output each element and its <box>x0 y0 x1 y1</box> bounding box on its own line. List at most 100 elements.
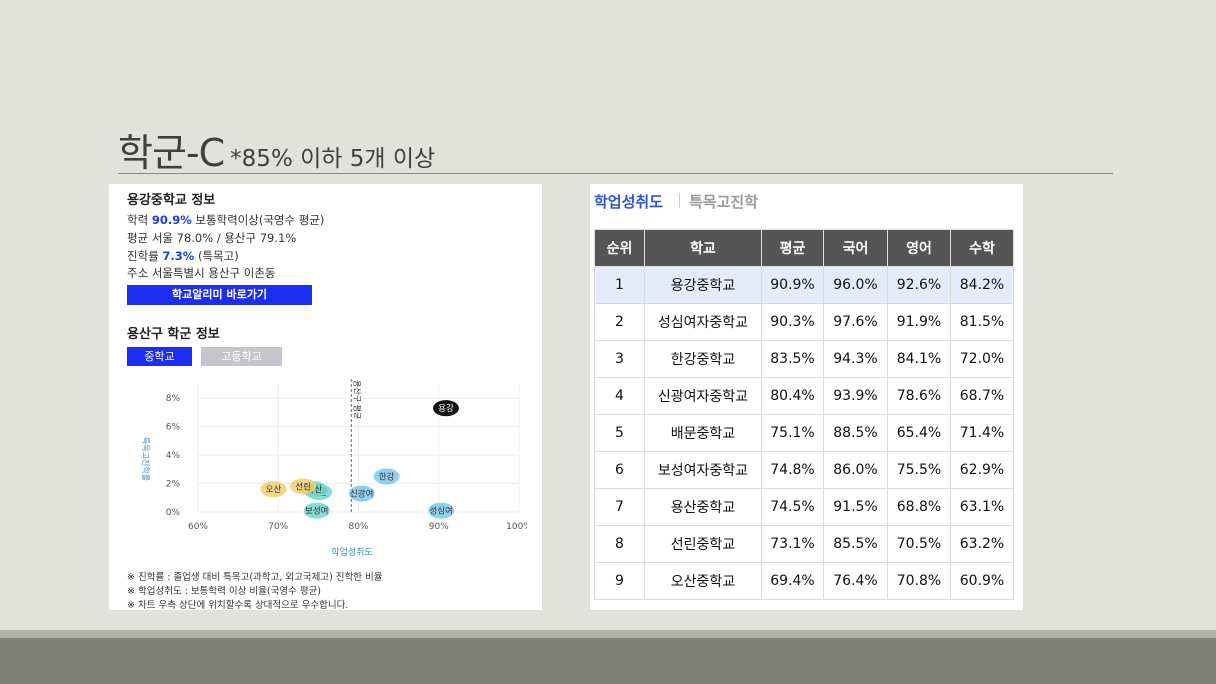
tab-academic[interactable]: 학업성취도 <box>594 191 663 212</box>
cell-korean: 93.9% <box>823 377 888 415</box>
slide-title-main: 학군-C <box>118 131 225 175</box>
point-신광여: 신광여 <box>348 485 375 502</box>
cell-math: 63.2% <box>950 525 1014 563</box>
cell-school: 용강중학교 <box>644 266 762 304</box>
cell-average: 73.1% <box>761 525 824 563</box>
col-english: 영어 <box>887 229 951 267</box>
tab-separator <box>679 193 680 208</box>
tab-high-school[interactable]: 고등학교 <box>201 347 282 366</box>
cell-math: 81.5% <box>950 303 1014 341</box>
cell-school: 성심여자중학교 <box>644 303 762 341</box>
academic-line: 학력 90.9% 보통학력이상(국영수 평균) <box>127 212 324 228</box>
cell-korean: 85.5% <box>823 525 888 563</box>
table-row: 3 한강중학교 83.5% 94.3% 84.1% 72.0% <box>594 340 1014 378</box>
point-성심여: 성심여 <box>428 502 455 519</box>
footer-band-light <box>0 630 1216 638</box>
cell-korean: 86.0% <box>823 451 888 489</box>
cell-school: 배문중학교 <box>644 414 762 452</box>
x-tick-label: 80% <box>348 522 368 532</box>
footnote-3: ※ 차트 우측 상단에 위치할수록 상대적으로 우수합니다. <box>127 600 349 611</box>
average-line: 평균 서울 78.0% / 용산구 79.1% <box>127 231 297 245</box>
school-alimi-button[interactable]: 학교알리미 바로가기 <box>127 285 312 305</box>
point-label: 보성여 <box>305 506 328 517</box>
title-divider <box>118 173 1113 174</box>
point-label: 신광여 <box>350 489 373 500</box>
footer-band-dark <box>0 638 1216 684</box>
tab-middle-school[interactable]: 중학교 <box>127 347 192 366</box>
school-info-heading: 용강중학교 정보 <box>127 193 216 208</box>
reference-line-label: 용산구 평균 <box>352 380 362 419</box>
cell-school: 용산중학교 <box>644 488 762 526</box>
cell-math: 71.4% <box>950 414 1014 452</box>
cell-rank: 8 <box>594 525 645 563</box>
footnote-1: ※ 진학률 : 졸업생 대비 특목고(과학고, 외고국제고) 진학한 비율 <box>127 572 383 583</box>
cell-rank: 1 <box>594 266 645 304</box>
cell-math: 60.9% <box>950 562 1014 600</box>
cell-english: 91.9% <box>887 303 951 341</box>
table-row: 2 성심여자중학교 90.3% 97.6% 91.9% 81.5% <box>594 303 1014 341</box>
cell-average: 74.5% <box>761 488 824 526</box>
y-tick-label: 0% <box>166 508 181 518</box>
cell-school: 보성여자중학교 <box>644 451 762 489</box>
cell-english: 84.1% <box>887 340 951 378</box>
cell-school: 선린중학교 <box>644 525 762 563</box>
y-tick-label: 4% <box>166 451 181 461</box>
cell-rank: 3 <box>594 340 645 378</box>
cell-average: 90.9% <box>761 266 824 304</box>
col-math: 수학 <box>950 229 1014 267</box>
table-row: 5 배문중학교 75.1% 88.5% 65.4% 71.4% <box>594 414 1014 452</box>
cell-rank: 4 <box>594 377 645 415</box>
ranking-panel: 학업성취도 특목고진학 순위 학교 평균 국어 영어 수학 1 용강중학교 90.9… <box>590 184 1023 610</box>
cell-average: 74.8% <box>761 451 824 489</box>
academic-value: 90.9% <box>151 213 192 227</box>
cell-math: 62.9% <box>950 451 1014 489</box>
cell-average: 69.4% <box>761 562 824 600</box>
point-label: 성심여 <box>429 506 452 517</box>
chart-ticks: 60% 70% 80% 90% 100% 0% 2% 4% 6% 8% <box>166 394 527 532</box>
cell-rank: 9 <box>594 562 645 600</box>
cell-average: 90.3% <box>761 303 824 341</box>
advance-label: 진학률 <box>127 249 159 263</box>
cell-english: 78.6% <box>887 377 951 415</box>
cell-korean: 88.5% <box>823 414 888 452</box>
table-row: 4 신광여자중학교 80.4% 93.9% 78.6% 68.7% <box>594 377 1014 415</box>
cell-school: 신광여자중학교 <box>644 377 762 415</box>
x-tick-label: 70% <box>268 522 288 532</box>
table-row: 1 용강중학교 90.9% 96.0% 92.6% 84.2% <box>594 266 1014 304</box>
col-korean: 국어 <box>823 229 888 267</box>
cell-math: 84.2% <box>950 266 1014 304</box>
cell-english: 68.8% <box>887 488 951 526</box>
cell-school: 오산중학교 <box>644 562 762 600</box>
cell-korean: 94.3% <box>823 340 888 378</box>
cell-school: 한강중학교 <box>644 340 762 378</box>
x-tick-label: 90% <box>429 522 449 532</box>
table-header-row: 순위 학교 평균 국어 영어 수학 <box>594 229 1014 267</box>
slide-title: 학군-C *85% 이하 5개 이상 <box>118 122 435 177</box>
point-용강: 용강 <box>432 400 459 417</box>
cell-math: 72.0% <box>950 340 1014 378</box>
academic-desc: 보통학력이상(국영수 평균) <box>195 213 325 227</box>
cell-korean: 76.4% <box>823 562 888 600</box>
footnote-2: ※ 학업성취도 : 보통학력 이상 비율(국영수 평균) <box>127 586 322 597</box>
ranking-table: 순위 학교 평균 국어 영어 수학 1 용강중학교 90.9% 96.0% 92.6% 8… <box>594 229 1014 600</box>
advance-line: 진학률 7.3% (특목고) <box>127 248 239 264</box>
cell-rank: 7 <box>594 488 645 526</box>
cell-average: 75.1% <box>761 414 824 452</box>
point-보성여: 보성여 <box>303 502 330 519</box>
cell-korean: 91.5% <box>823 488 888 526</box>
cell-average: 80.4% <box>761 377 824 415</box>
cell-english: 70.5% <box>887 525 951 563</box>
table-row: 8 선린중학교 73.1% 85.5% 70.5% 63.2% <box>594 525 1014 563</box>
school-info-panel: 용강중학교 정보 학력 90.9% 보통학력이상(국영수 평균) 평균 서울 7… <box>109 184 542 611</box>
tab-special-school[interactable]: 특목고진학 <box>689 191 758 212</box>
col-school: 학교 <box>644 229 762 267</box>
y-axis-label: 특목고진학률 <box>141 437 151 481</box>
cell-rank: 6 <box>594 451 645 489</box>
col-average: 평균 <box>761 229 824 267</box>
academic-label: 학력 <box>127 213 149 227</box>
advance-value: 7.3% <box>162 249 195 263</box>
point-label: 오산 <box>266 484 282 495</box>
cell-english: 75.5% <box>887 451 951 489</box>
cell-rank: 2 <box>594 303 645 341</box>
x-tick-label: 100% <box>506 522 527 532</box>
